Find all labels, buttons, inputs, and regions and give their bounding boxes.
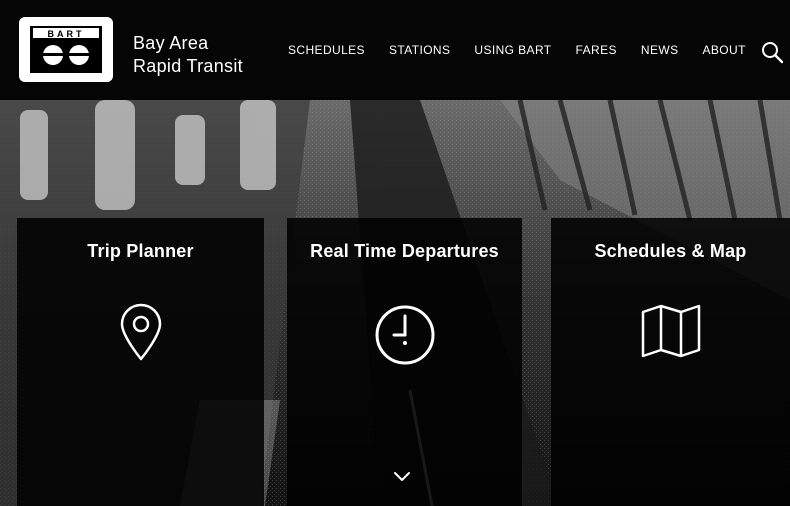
- chevron-down-icon[interactable]: [392, 470, 412, 484]
- real-time-departures-card[interactable]: Real Time Departures: [287, 218, 522, 506]
- folded-map-icon: [641, 304, 700, 358]
- real-time-departures-title: Real Time Departures: [310, 241, 499, 261]
- site-title-line1: Bay Area: [133, 33, 209, 53]
- nav-news[interactable]: NEWS: [641, 43, 679, 57]
- nav-about[interactable]: ABOUT: [703, 43, 746, 57]
- site-title[interactable]: Bay Area Rapid Transit: [133, 32, 243, 78]
- bart-logo-mark: BART: [30, 26, 102, 73]
- map-pin-icon: [120, 303, 161, 361]
- nav-using-bart[interactable]: USING BART: [474, 43, 551, 57]
- trip-planner-card[interactable]: Trip Planner: [17, 218, 264, 506]
- clock-icon: [375, 305, 434, 365]
- bart-logo[interactable]: BART: [19, 17, 113, 82]
- site-header: BART Bay Area Rapid Transit SCHEDULES ST…: [0, 0, 790, 100]
- nav-schedules[interactable]: SCHEDULES: [288, 43, 365, 57]
- nav-fares[interactable]: FARES: [576, 43, 617, 57]
- logo-text: BART: [48, 29, 85, 39]
- site-title-line2: Rapid Transit: [133, 56, 243, 76]
- nav-stations[interactable]: STATIONS: [389, 43, 450, 57]
- schedules-map-title: Schedules & Map: [594, 241, 747, 261]
- hero-banner: Trip Planner Real Time Departures Schedu…: [0, 100, 790, 506]
- schedules-map-card[interactable]: Schedules & Map: [551, 218, 790, 506]
- main-nav: SCHEDULES STATIONS USING BART FARES NEWS…: [288, 43, 770, 57]
- search-icon[interactable]: [760, 40, 784, 64]
- trip-planner-title: Trip Planner: [87, 241, 194, 261]
